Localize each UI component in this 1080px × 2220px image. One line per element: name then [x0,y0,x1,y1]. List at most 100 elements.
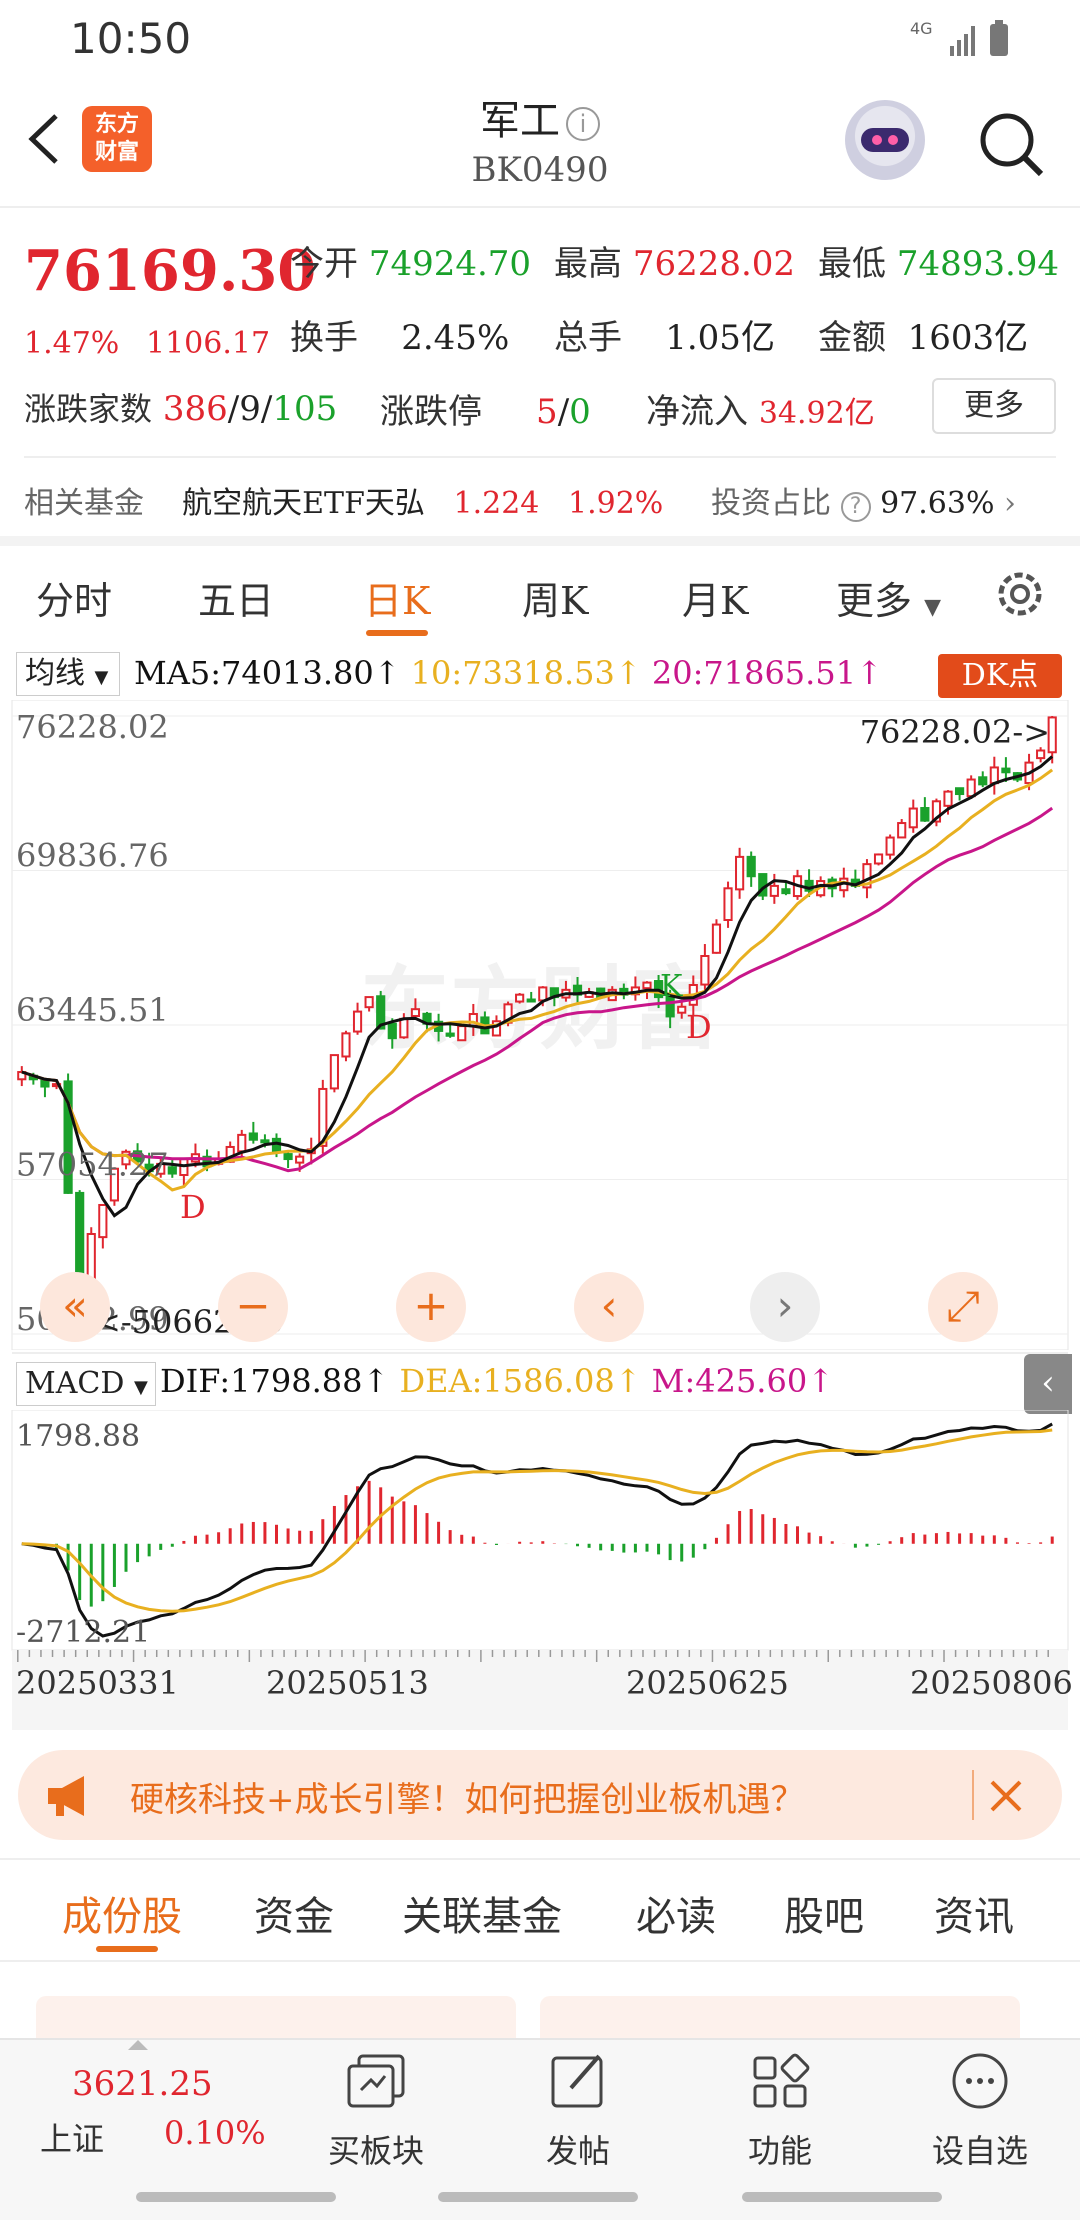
ma10-value: 10:73318.53↑ [410,654,642,692]
tab-news[interactable]: 资讯 [934,1884,1014,1942]
candle [711,923,722,954]
flat-count: 9 [239,389,261,429]
nav-buy-sector[interactable]: 买板块 [296,2046,456,2172]
search-button[interactable] [975,108,1047,180]
tab-day-k[interactable]: 日K [364,570,430,625]
down-count: 105 [272,389,338,429]
candle [248,1132,258,1141]
scroll-left-button[interactable]: ‹ [574,1272,644,1342]
macd-y-top: 1798.88 [16,1419,140,1454]
limit-down: 0 [569,392,591,432]
more-dots-icon [952,2053,1008,2109]
section-gap [0,536,1080,546]
nav-functions[interactable]: 功能 [700,2046,860,2172]
open-field: 今开 74924.70 [290,244,532,284]
volume-value: 1.05亿 [665,318,775,358]
up-count: 386 [162,389,228,429]
candle [237,1133,247,1153]
dea-value: DEA:1586.08↑ [399,1362,642,1400]
banner-close-button[interactable] [976,1766,1036,1826]
candle [978,776,988,786]
amount-value: 1603亿 [907,318,1029,358]
candle [399,1017,409,1039]
candle [86,1232,96,1282]
low-field: 最低 74893.94 [818,244,1060,284]
fullscreen-button[interactable]: ⤢ [928,1272,998,1342]
signal-d1: D [180,1188,206,1226]
date-label: 20250625 [626,1664,789,1702]
chart-settings-button[interactable] [990,564,1050,624]
m-value: M:425.60↑ [651,1362,834,1400]
turnover-field: 换手 2.45% [290,318,510,358]
divider [0,206,1080,208]
gesture-bar [742,2192,942,2202]
candle [352,1010,363,1033]
candle [295,1155,305,1164]
gear-icon [998,572,1042,616]
dk-button[interactable]: DK点 [938,654,1062,698]
candle [457,1025,467,1042]
candle [723,887,733,921]
candle [1001,767,1011,774]
help-icon[interactable]: ? [840,492,871,522]
zoom-in-button[interactable]: + [396,1272,466,1342]
scroll-right-button[interactable]: › [750,1272,820,1342]
candle [515,993,525,1003]
candle [283,1153,293,1161]
candle [75,1191,85,1279]
fund-pct: 1.92% [568,486,664,521]
zoom-out-button[interactable]: − [218,1272,288,1342]
nav-add-watchlist[interactable]: 设自选 [900,2046,1060,2172]
candle [538,986,548,1002]
edit-icon [551,2054,603,2108]
macd-select[interactable]: MACD ▼ [16,1362,156,1406]
date-label: 20250331 [16,1664,179,1702]
active-tab-indicator [366,630,428,636]
tab-timeshare[interactable]: 分时 [36,570,112,625]
high-value: 76228.02 [632,244,796,284]
candle [769,884,779,897]
collapse-panel-button[interactable]: ‹ [1024,1354,1072,1414]
nav-post[interactable]: 发帖 [498,2046,658,2172]
y-axis-label: 69836.76 [16,837,169,875]
candle [642,981,652,990]
tab-month-k[interactable]: 月K [682,570,748,625]
candlestick-chart[interactable]: 东方财富 76228.0269836.7663445.5157054.27506… [0,700,1080,1350]
candle [966,778,976,798]
ma5-value: MA5:74013.80↑ [134,654,401,692]
indicator-select[interactable]: 均线 ▼ [16,652,120,696]
dif-line [21,1422,1053,1638]
index-value[interactable]: 3621.25 [72,2064,213,2104]
limit-up: 5 [536,392,558,432]
network-label: 4G [910,19,933,38]
banner-text[interactable]: 硬核科技+成长引擎！如何把握创业板机遇？ [130,1772,805,1821]
candle [387,1022,397,1040]
related-fund-row[interactable]: 相关基金 航空航天ETF天弘 1.224 1.92% 投资占比 ? 97.63%… [24,478,1016,522]
tab-must-read[interactable]: 必读 [636,1884,716,1942]
assistant-avatar[interactable] [845,100,925,180]
change-percent: 1.47% [24,326,120,361]
tab-five-day[interactable]: 五日 [198,570,274,625]
tab-forum[interactable]: 股吧 [784,1884,864,1942]
volume-field: 总手 1.05亿 [554,318,775,358]
tab-related-funds[interactable]: 关联基金 [402,1884,562,1942]
divider [0,1960,1080,1962]
tab-more[interactable]: 更多 ▼ [836,570,941,625]
gesture-bar [136,2192,336,2202]
fund-label: 相关基金 [24,486,144,521]
candle [98,1203,108,1239]
candle [746,855,756,878]
tab-constituents[interactable]: 成份股 [62,1884,182,1942]
candle [260,1139,270,1144]
candle [677,1005,687,1014]
info-icon[interactable]: i [566,107,600,141]
scroll-start-button[interactable]: « [40,1272,110,1342]
tab-funds-flow[interactable]: 资金 [254,1884,334,1942]
tab-week-k[interactable]: 周K [522,570,588,625]
signal-k: K [660,969,683,1004]
grid-icon [753,2053,810,2108]
inflow-value: 34.92亿 [758,396,875,431]
more-button[interactable]: 更多 [932,378,1056,434]
candle [329,1054,339,1090]
fund-name: 航空航天ETF天弘 [182,486,425,521]
